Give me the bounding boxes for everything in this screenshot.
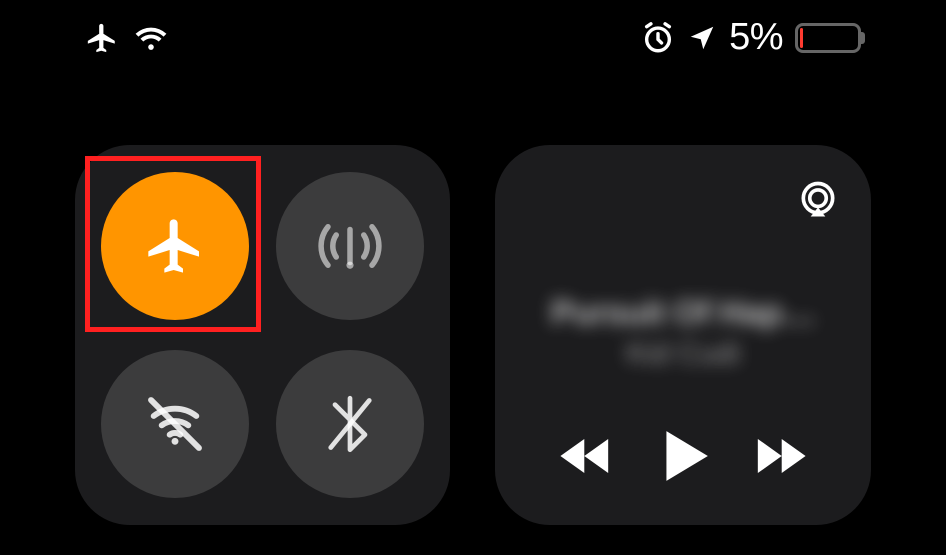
- fast-forward-icon: [751, 434, 809, 478]
- airplay-button[interactable]: [793, 175, 843, 225]
- status-left: [85, 21, 169, 55]
- control-center-panels: Pursuit Of Hap… Kid Cudi: [75, 145, 871, 525]
- media-top: [523, 175, 843, 225]
- wifi-off-icon: [143, 392, 207, 456]
- status-bar: 5%: [0, 10, 946, 65]
- airplane-icon: [143, 214, 207, 278]
- bluetooth-toggle[interactable]: [276, 350, 424, 498]
- battery-percent: 5%: [729, 16, 783, 59]
- wifi-toggle[interactable]: [101, 350, 249, 498]
- status-right: 5%: [641, 16, 861, 59]
- battery-level: [800, 28, 803, 48]
- media-tile[interactable]: Pursuit Of Hap… Kid Cudi: [495, 145, 871, 525]
- track-title: Pursuit Of Hap…: [523, 294, 843, 333]
- battery-icon: [795, 23, 861, 53]
- cellular-icon: [317, 213, 383, 279]
- next-track-button[interactable]: [745, 421, 815, 491]
- airplane-icon: [85, 21, 119, 55]
- bluetooth-off-icon: [324, 394, 376, 454]
- connectivity-tile[interactable]: [75, 145, 450, 525]
- airplane-mode-toggle[interactable]: [101, 172, 249, 320]
- now-playing-info: Pursuit Of Hap… Kid Cudi: [523, 294, 843, 371]
- playback-controls: [523, 421, 843, 491]
- airplay-icon: [796, 178, 840, 222]
- connectivity-grid: [75, 145, 450, 525]
- location-icon: [687, 23, 717, 53]
- previous-track-button[interactable]: [551, 421, 621, 491]
- track-artist: Kid Cudi: [523, 337, 843, 371]
- alarm-icon: [641, 21, 675, 55]
- rewind-icon: [557, 434, 615, 478]
- cellular-data-toggle[interactable]: [276, 172, 424, 320]
- play-icon: [656, 427, 710, 485]
- wifi-icon: [133, 24, 169, 52]
- play-button[interactable]: [648, 421, 718, 491]
